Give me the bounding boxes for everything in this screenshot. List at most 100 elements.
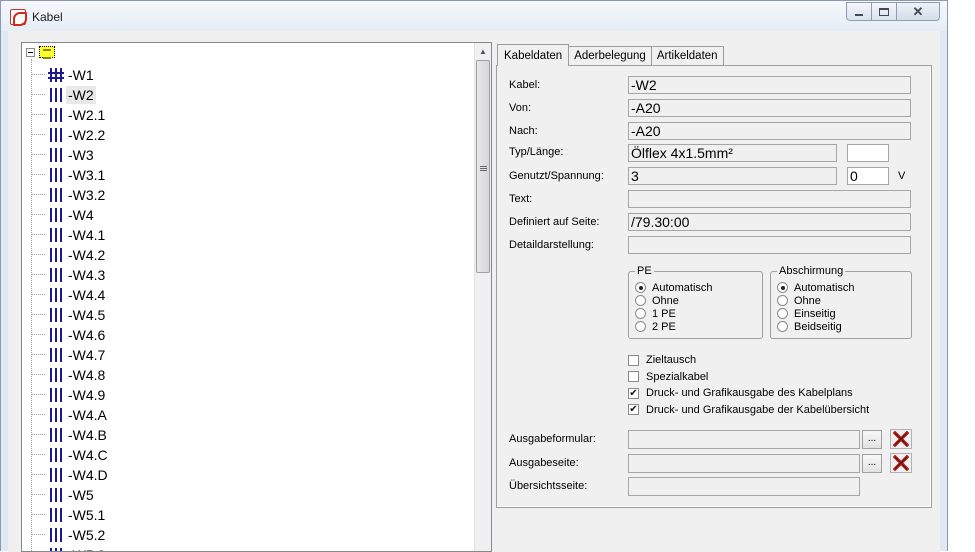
- cable-icon: [49, 288, 63, 302]
- tree-item[interactable]: -W1: [22, 65, 462, 85]
- seite-label: Definiert auf Seite:: [509, 216, 600, 228]
- scroll-up-arrow-icon[interactable]: ▲: [475, 43, 491, 60]
- pe_group-option[interactable]: Ohne: [635, 294, 679, 307]
- nach-field[interactable]: -A20: [628, 122, 911, 140]
- tree-item[interactable]: -W5.2: [22, 525, 462, 545]
- tree-item[interactable]: -W4.7: [22, 345, 462, 365]
- tree-item-label: -W2: [66, 86, 96, 104]
- tree-item[interactable]: -W4: [22, 205, 462, 225]
- cable-root-icon[interactable]: [39, 46, 55, 59]
- tree-connector: [32, 114, 45, 115]
- radio-button[interactable]: [777, 295, 788, 306]
- von-field[interactable]: -A20: [628, 99, 911, 117]
- checkbox[interactable]: ✔: [628, 404, 639, 415]
- tree-item[interactable]: -W4.B: [22, 425, 462, 445]
- tree-item[interactable]: -W4.2: [22, 245, 462, 265]
- laenge-field[interactable]: [847, 144, 889, 162]
- ausgabeformular-browse-button[interactable]: ...: [862, 430, 882, 449]
- ausgabeformular-clear-button[interactable]: [890, 429, 912, 449]
- checkbox[interactable]: ✔: [628, 387, 639, 399]
- pe_group-option-label: Ohne: [652, 294, 679, 307]
- tree-item-label: -W4.3: [68, 267, 106, 283]
- pe_group-option[interactable]: 1 PE: [635, 307, 676, 320]
- scroll-thumb[interactable]: [476, 60, 490, 273]
- uebersichtsseite-label: Übersichtsseite:: [509, 480, 588, 492]
- tree-item[interactable]: -W5.1: [22, 505, 462, 525]
- close-button[interactable]: ✕: [896, 2, 940, 21]
- tree-item[interactable]: -W5: [22, 485, 462, 505]
- pe_group-option[interactable]: 2 PE: [635, 320, 676, 333]
- tree-item[interactable]: -W2.2: [22, 125, 462, 145]
- pe_group-option-label: 2 PE: [652, 320, 676, 333]
- uebersichtsseite-field[interactable]: [628, 477, 860, 496]
- radio-button[interactable]: [777, 308, 788, 319]
- shield_group-option[interactable]: Beidseitig: [777, 320, 842, 333]
- tree-item[interactable]: -W4.8: [22, 365, 462, 385]
- cable-icon: [49, 128, 63, 142]
- radio-button[interactable]: [635, 321, 646, 332]
- ausgabeseite-browse-button[interactable]: ...: [862, 454, 882, 473]
- shield_group-option[interactable]: Einseitig: [777, 307, 836, 320]
- radio-button[interactable]: [777, 282, 788, 293]
- tab-kabeldaten[interactable]: Kabeldaten: [497, 44, 570, 66]
- radio-button[interactable]: [777, 321, 788, 332]
- collapse-toggle-icon[interactable]: [26, 48, 35, 57]
- tree-item[interactable]: -W3.1: [22, 165, 462, 185]
- checkbox-label: Spezialkabel: [646, 370, 709, 383]
- tree-item[interactable]: -W4.D: [22, 465, 462, 485]
- tab-aderbelegung[interactable]: Aderbelegung: [568, 46, 652, 66]
- tree-item[interactable]: -W4.4: [22, 285, 462, 305]
- tree-item[interactable]: -W4.6: [22, 325, 462, 345]
- title-bar[interactable]: Kabel ✕: [1, 1, 947, 31]
- tree-item[interactable]: -W4.A: [22, 405, 462, 425]
- ausgabeseite-clear-button[interactable]: [890, 453, 912, 473]
- seite-field[interactable]: /79.30:00: [628, 213, 911, 231]
- option-checkbox-row[interactable]: Spezialkabel: [628, 370, 708, 384]
- tree-item[interactable]: -W3: [22, 145, 462, 165]
- radio-button[interactable]: [635, 282, 646, 293]
- checkbox[interactable]: [628, 354, 639, 366]
- shield_group-option[interactable]: Ohne: [777, 294, 821, 307]
- kabel-field[interactable]: -W2: [628, 76, 911, 94]
- shield_group-option-label: Ohne: [794, 294, 821, 307]
- tree-item[interactable]: -W4.C: [22, 445, 462, 465]
- cable-tree[interactable]: -W1 -W2 -W2.1 -W2.2 -W3 -W3.1 -W3.2 -W4 -W4.1 -W4…: [21, 42, 492, 552]
- tree-scrollbar[interactable]: ▲: [474, 43, 491, 551]
- tree-item[interactable]: -W4.3: [22, 265, 462, 285]
- tree-item[interactable]: -W4.1: [22, 225, 462, 245]
- checkbox-label: Druck- und Grafikausgabe der Kabelübersi…: [646, 403, 870, 416]
- tree-item-label: -W4: [68, 207, 94, 223]
- option-checkbox-row[interactable]: ✔ Druck- und Grafikausgabe der Kabelübers…: [628, 403, 869, 417]
- radio-button[interactable]: [635, 308, 646, 319]
- shield_group-option[interactable]: Automatisch: [777, 281, 855, 294]
- tree-item[interactable]: -W4.5: [22, 305, 462, 325]
- tree-item[interactable]: -W3.2: [22, 185, 462, 205]
- cable-icon: [49, 488, 63, 502]
- tab-artikeldaten[interactable]: Artikeldaten: [650, 46, 724, 66]
- ausgabeseite-field[interactable]: [628, 454, 860, 473]
- tree-connector: [32, 234, 45, 235]
- option-checkbox-row[interactable]: ✔ Druck- und Grafikausgabe des Kabelplans: [628, 386, 853, 400]
- cable-icon: [49, 548, 63, 551]
- text-field[interactable]: [628, 190, 911, 208]
- radio-button[interactable]: [635, 295, 646, 306]
- tree-item[interactable]: -W2: [22, 85, 462, 105]
- checkbox[interactable]: [628, 371, 639, 382]
- ausgabeformular-field[interactable]: [628, 430, 860, 449]
- cable-icon: [49, 208, 63, 222]
- minimize-button[interactable]: [846, 2, 872, 21]
- maximize-button[interactable]: [871, 2, 897, 21]
- tree-item-label: -W4.1: [68, 227, 106, 243]
- cable-icon: [48, 68, 64, 82]
- pe-group: PE Automatisch Ohne 1 PE 2 PE: [628, 265, 763, 339]
- spannung-field[interactable]: 0: [847, 167, 889, 185]
- typ-field[interactable]: Ölflex 4x1.5mm²: [628, 144, 837, 162]
- tree-item[interactable]: -W4.9: [22, 385, 462, 405]
- option-checkbox-row[interactable]: Zieltausch: [628, 353, 696, 367]
- cable-icon: [49, 108, 63, 122]
- detail-field[interactable]: [628, 236, 911, 254]
- tree-item[interactable]: -W2.1: [22, 105, 462, 125]
- genutzt-field[interactable]: 3: [628, 167, 837, 185]
- pe_group-option[interactable]: Automatisch: [635, 281, 713, 294]
- tree-connector: [32, 154, 45, 155]
